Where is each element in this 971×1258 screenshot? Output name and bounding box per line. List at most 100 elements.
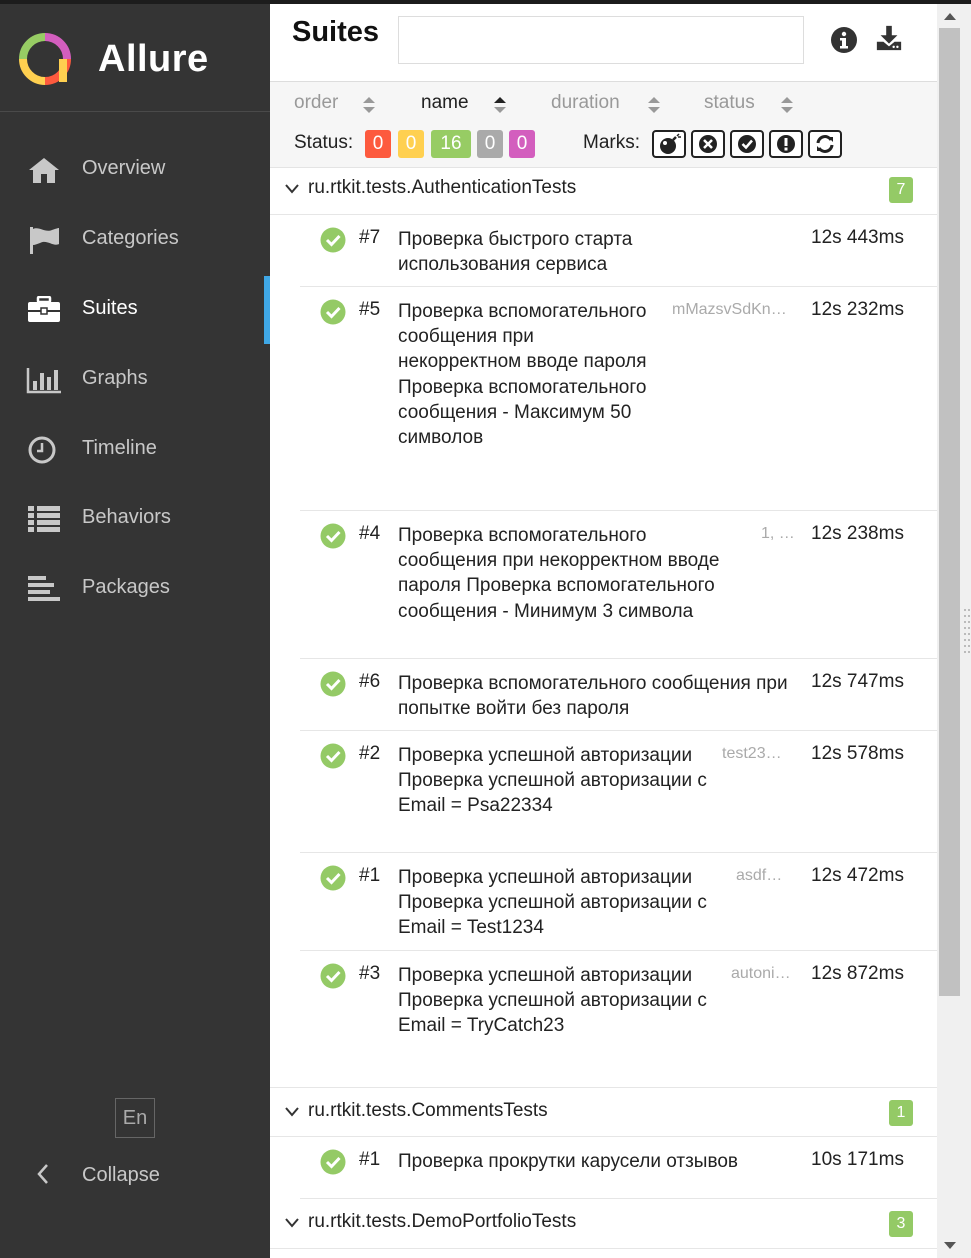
test-duration: 12s 232ms [811, 299, 904, 320]
check-circle-icon [738, 135, 756, 153]
allure-logo-icon [19, 33, 71, 85]
test-number: #2 [359, 743, 381, 764]
clock-icon [28, 436, 56, 464]
passed-check-icon [320, 1149, 346, 1175]
test-row[interactable]: #3 Проверка успешной авторизации Проверк… [300, 951, 937, 1089]
suite-name: ru.rtkit.tests.AuthenticationTests [308, 177, 577, 198]
test-title: Проверка успешной авторизации Проверка у… [398, 867, 707, 939]
bar-chart-icon [26, 368, 61, 394]
status-filter-label: Status: [294, 132, 354, 153]
passed-check-icon [320, 671, 346, 697]
sidebar-item-label: Timeline [82, 437, 157, 459]
vertical-scrollbar[interactable] [937, 4, 971, 1258]
test-parameters: autoni… [731, 965, 791, 982]
test-row[interactable]: #6 Проверка вспомогательного сообщения п… [300, 659, 937, 731]
test-duration: 12s 238ms [811, 523, 904, 544]
download-icon[interactable] [875, 24, 903, 52]
info-icon[interactable] [830, 26, 858, 54]
sidebar: Allure Overview Categories Suites Graphs… [0, 4, 270, 1258]
suite-count-badge: 7 [889, 177, 913, 203]
test-duration: 12s 443ms [811, 227, 904, 248]
test-number: #4 [359, 523, 381, 544]
mark-retries-toggle[interactable] [808, 130, 842, 158]
marks-label: Marks: [583, 132, 640, 153]
briefcase-icon [28, 296, 60, 322]
sidebar-item-label: Overview [82, 157, 166, 179]
sidebar-item-packages[interactable]: Packages [0, 555, 270, 623]
scroll-up-arrow-icon[interactable] [937, 4, 971, 28]
test-duration: 12s 472ms [811, 865, 904, 886]
resize-grip-icon[interactable] [964, 609, 970, 655]
sidebar-item-label: Categories [82, 227, 179, 249]
sort-ascending-icon[interactable] [493, 96, 507, 114]
search-input[interactable] [398, 16, 804, 64]
close-circle-icon [699, 135, 717, 153]
app-name: Allure [98, 38, 209, 80]
sidebar-item-label: Packages [82, 576, 170, 598]
language-switch[interactable]: En [115, 1098, 155, 1138]
status-skipped-badge[interactable]: 0 [477, 130, 503, 158]
sidebar-item-overview[interactable]: Overview [0, 136, 270, 204]
suite-group-header[interactable]: ru.rtkit.tests.AuthenticationTests 7 [270, 165, 937, 215]
passed-check-icon [320, 523, 346, 549]
sort-icon[interactable] [780, 96, 794, 114]
sort-order[interactable]: order [294, 92, 338, 114]
status-unknown-badge[interactable]: 0 [509, 130, 535, 158]
suite-group-header[interactable]: ru.rtkit.tests.DemoPortfolioTests 3 [270, 1199, 937, 1249]
test-number: #6 [359, 671, 381, 692]
test-row[interactable]: #1 Проверка успешной авторизации Проверк… [300, 853, 937, 951]
collapse-button[interactable]: Collapse [0, 1149, 270, 1199]
sidebar-item-behaviors[interactable]: Behaviors [0, 485, 270, 553]
test-parameters: 1, … [761, 525, 795, 542]
collapse-label: Collapse [82, 1164, 160, 1186]
test-row[interactable]: #1 Проверка прокрутки карусели отзывов 1… [300, 1137, 937, 1199]
status-passed-badge[interactable]: 16 [431, 130, 471, 158]
test-row[interactable]: #5 Проверка вспомогательного сообщения п… [300, 287, 937, 511]
test-duration: 12s 578ms [811, 743, 904, 764]
suite-group-header[interactable]: ru.rtkit.tests.CommentsTests 1 [270, 1087, 937, 1137]
sort-status[interactable]: status [704, 92, 755, 114]
home-icon [29, 158, 59, 183]
sort-icon[interactable] [362, 96, 376, 114]
test-parameters: test23… [722, 745, 782, 762]
chevron-left-icon [37, 1164, 48, 1184]
sidebar-item-graphs[interactable]: Graphs [0, 346, 270, 414]
sidebar-item-timeline[interactable]: Timeline [0, 416, 270, 484]
mark-new-failed-toggle[interactable] [691, 130, 725, 158]
passed-check-icon [320, 963, 346, 989]
test-number: #1 [359, 865, 381, 886]
test-number: #5 [359, 299, 381, 320]
test-title: Проверка вспомогательного сообщения при … [398, 301, 647, 449]
allure-report-window: Allure Overview Categories Suites Graphs… [0, 0, 971, 1258]
mark-new-broken-toggle[interactable] [769, 130, 803, 158]
test-row[interactable]: #7 Проверка быстрого старта использовани… [300, 215, 937, 287]
sort-name[interactable]: name [421, 92, 469, 114]
test-row[interactable]: #2 Проверка успешной авторизации Проверк… [300, 731, 937, 853]
status-broken-badge[interactable]: 0 [398, 130, 424, 158]
mark-flaky-toggle[interactable] [652, 130, 686, 158]
align-left-icon [28, 576, 60, 601]
bomb-icon [660, 133, 681, 154]
test-duration: 12s 747ms [811, 671, 904, 692]
mark-new-passed-toggle[interactable] [730, 130, 764, 158]
chevron-down-icon [285, 184, 299, 194]
logo[interactable]: Allure [0, 4, 270, 112]
scroll-down-arrow-icon[interactable] [937, 1234, 971, 1258]
test-title: Проверка быстрого старта использования с… [398, 229, 633, 276]
sidebar-item-categories[interactable]: Categories [0, 206, 270, 274]
suite-name: ru.rtkit.tests.DemoPortfolioTests [308, 1211, 577, 1232]
sidebar-item-suites[interactable]: Suites [0, 276, 270, 344]
sort-duration[interactable]: duration [551, 92, 620, 114]
passed-check-icon [320, 227, 346, 253]
main-panel: Suites order name duration status Status… [270, 4, 937, 1258]
sort-icon[interactable] [647, 96, 661, 114]
passed-check-icon [320, 743, 346, 769]
test-title: Проверка прокрутки карусели отзывов [398, 1151, 738, 1172]
scrollbar-thumb[interactable] [939, 28, 960, 996]
status-failed-badge[interactable]: 0 [365, 130, 391, 158]
test-duration: 12s 872ms [811, 963, 904, 984]
test-title: Проверка успешной авторизации Проверка у… [398, 965, 707, 1037]
suite-count-badge: 1 [889, 1100, 913, 1126]
refresh-icon [816, 135, 834, 153]
test-row[interactable]: #4 Проверка вспомогательного сообщения п… [300, 511, 937, 659]
